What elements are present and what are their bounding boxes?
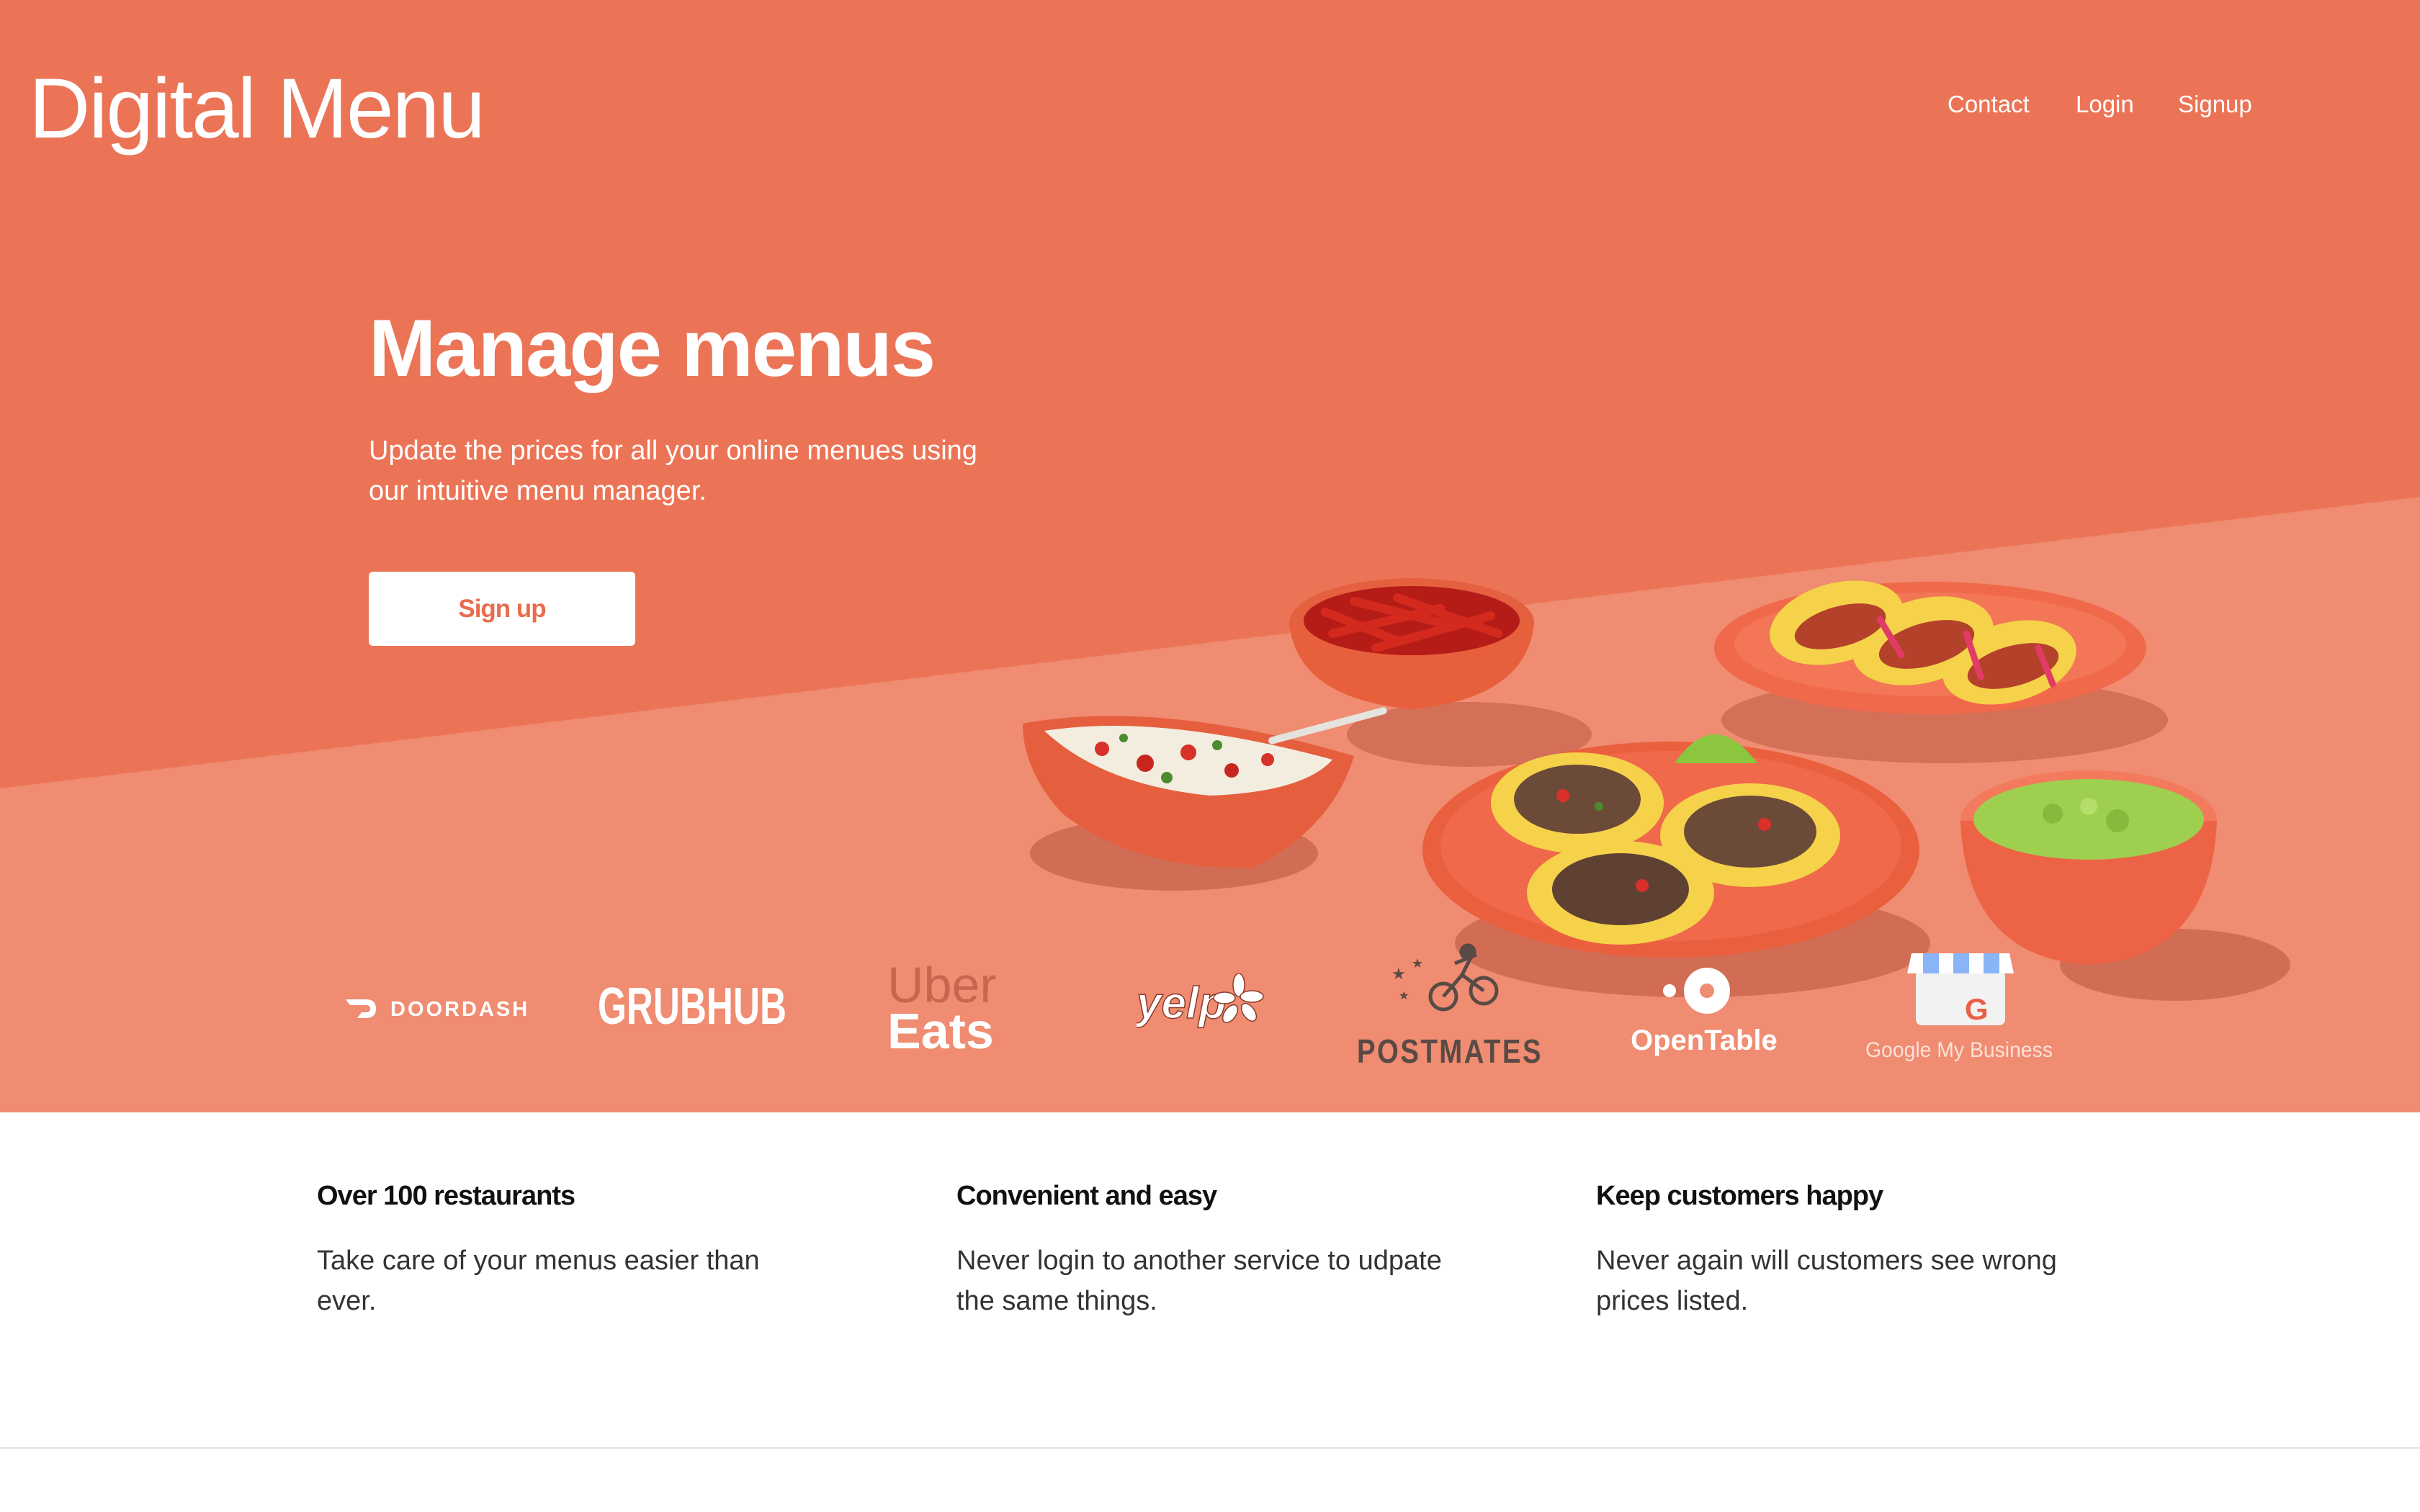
signup-button[interactable]: Sign up (369, 572, 635, 646)
grubhub-text: GRUBHUB (598, 978, 786, 1034)
svg-text:★: ★ (1412, 956, 1423, 971)
svg-text:★: ★ (1392, 965, 1406, 983)
feature-convenient: Convenient and easy Never login to anoth… (956, 1181, 1461, 1321)
yelp-logo: yelp (1134, 973, 1266, 1038)
doordash-text: DOORDASH (390, 998, 529, 1021)
ubereats-text-eats: Eats (887, 1003, 994, 1058)
chili-bowl (1289, 578, 1534, 709)
svg-text:G: G (1965, 992, 1989, 1026)
food-image (1023, 578, 2290, 1001)
feature-title: Keep customers happy (1596, 1181, 1883, 1211)
google-my-business-logo: G Google My Business (1865, 949, 2056, 1064)
feature-title: Over 100 restaurants (317, 1181, 575, 1211)
hero-headline: Manage menus (369, 303, 936, 393)
feature-customers: Keep customers happy Never again will cu… (1596, 1181, 2100, 1321)
google-store-icon: G (1907, 953, 2014, 1026)
hero-subtext: Update the prices for all your online me… (369, 436, 977, 506)
nav-login-link[interactable]: Login (2076, 91, 2134, 118)
postmates-stars-icon: ★ ★ ★ (1392, 956, 1423, 1002)
postmates-text: POSTMATES (1357, 1032, 1543, 1070)
ubereats-logo: Uber Eats (887, 957, 1010, 1059)
feature-body: Never login to another service to udpate… (956, 1246, 1442, 1316)
yelp-text: yelp (1137, 978, 1226, 1028)
svg-text:★: ★ (1399, 990, 1409, 1002)
google-my-business-text: Google My Business (1865, 1038, 2053, 1062)
feature-title: Convenient and easy (956, 1181, 1217, 1211)
feature-body: Take care of your menus easier than ever… (317, 1246, 760, 1316)
doordash-logo: DOORDASH (344, 992, 532, 1025)
features-section: Over 100 restaurants Take care of your m… (0, 1109, 2420, 1447)
feature-body: Never again will customers see wrong pri… (1596, 1246, 2057, 1316)
nav-signup-link[interactable]: Signup (2178, 91, 2252, 118)
postmates-cyclist-icon (1428, 943, 1499, 1012)
opentable-text: OpenTable (1631, 1025, 1778, 1056)
hero-section: Digital Menu Contact Login Signup Manage… (0, 0, 2420, 1112)
brand-title[interactable]: Digital Menu (29, 66, 485, 151)
feature-restaurants: Over 100 restaurants Take care of your m… (317, 1181, 821, 1321)
taco-plate (1422, 734, 1919, 958)
opentable-logo: OpenTable (1629, 963, 1780, 1060)
postmates-logo: ★ ★ ★ POSTMATES (1355, 942, 1546, 1071)
grubhub-logo: GRUBHUB (598, 976, 792, 1035)
nav-contact-link[interactable]: Contact (1948, 91, 2030, 118)
footer-divider (0, 1447, 2420, 1449)
